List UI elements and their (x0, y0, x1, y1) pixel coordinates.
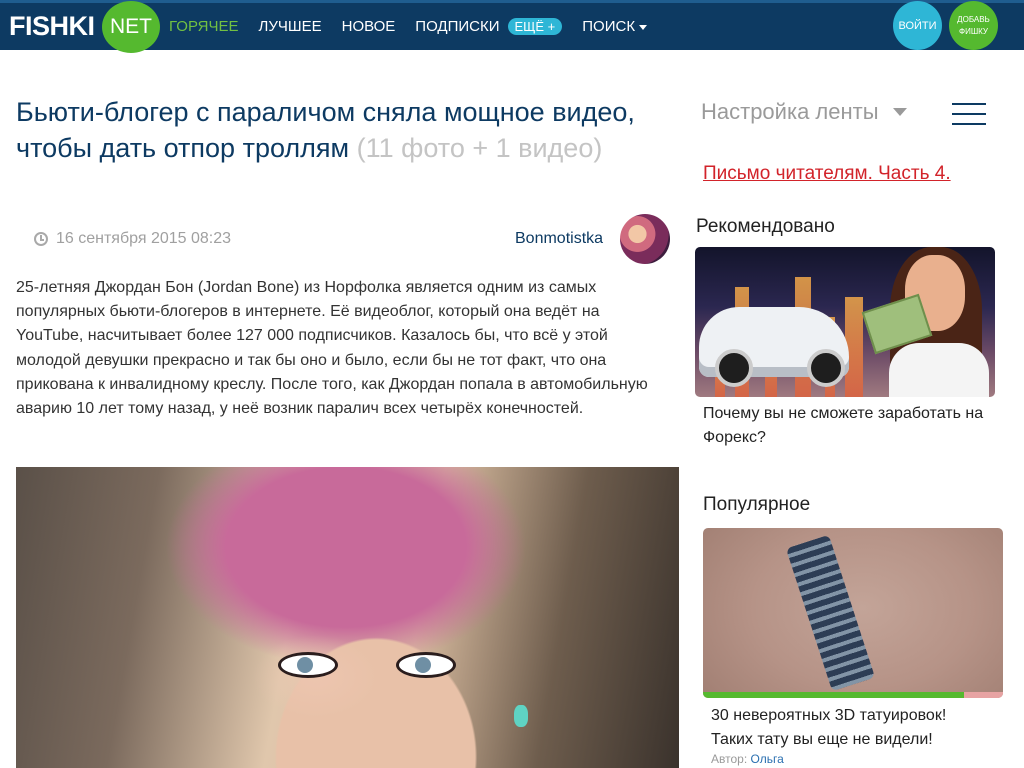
article-date: 16 сентября 2015 08:23 (34, 230, 231, 248)
nav-item-hot[interactable]: ГОРЯЧЕЕ (169, 18, 238, 35)
menu-icon[interactable] (952, 103, 986, 125)
recommended-image[interactable] (695, 247, 995, 397)
rating-bar (703, 692, 1003, 698)
popular-image[interactable] (703, 528, 1003, 698)
add-post-label-line1: ДОБАВЬ (957, 14, 990, 24)
add-post-label: ДОБАВЬ ФИШКУ (957, 14, 990, 38)
photo-detail-car (699, 307, 849, 387)
media-count: (11 фото + 1 видео) (356, 133, 603, 163)
main-nav: ГОРЯЧЕЕ ЛУЧШЕЕ НОВОЕ ПОДПИСКИ ЕЩЁ + ПОИС… (169, 3, 667, 50)
nav-item-new[interactable]: НОВОЕ (342, 18, 396, 35)
article-hero-image (16, 467, 679, 768)
rating-bar-fill (703, 692, 964, 698)
nav-item-best[interactable]: ЛУЧШЕЕ (258, 18, 321, 35)
popular-link[interactable]: 30 невероятных 3D татуировок! Таких тату… (711, 704, 991, 752)
article-date-text: 16 сентября 2015 08:23 (56, 230, 232, 247)
site-logo[interactable]: FISHKI NET (9, 1, 160, 53)
add-post-button[interactable]: ДОБАВЬ ФИШКУ (949, 1, 998, 50)
photo-detail-earring (514, 705, 528, 727)
popular-author: Автор: Ольга (711, 752, 784, 766)
popular-author-name[interactable]: Ольга (751, 752, 784, 766)
photo-detail-left-eye (278, 652, 338, 678)
popular-author-label: Автор: (711, 752, 748, 766)
logo-badge: NET (102, 1, 160, 53)
chevron-down-icon (892, 108, 907, 116)
feed-settings-label: Настройка ленты (701, 99, 879, 124)
add-post-label-line2: ФИШКУ (958, 26, 988, 36)
nav-item-subscriptions[interactable]: ПОДПИСКИ (415, 18, 499, 35)
login-button[interactable]: ВОЙТИ (893, 1, 942, 50)
photo-detail-tattoo (785, 534, 876, 692)
avatar[interactable] (620, 214, 670, 264)
feed-settings-dropdown[interactable]: Настройка ленты (701, 99, 907, 125)
logo-text: FISHKI (9, 11, 95, 41)
chevron-down-icon (639, 24, 648, 30)
more-button[interactable]: ЕЩЁ + (507, 18, 563, 35)
clock-icon (34, 232, 48, 246)
search-menu-label: ПОИСК (582, 18, 636, 35)
recommended-link[interactable]: Почему вы не сможете заработать на Форек… (703, 402, 993, 450)
top-navigation-bar: FISHKI NET ГОРЯЧЕЕ ЛУЧШЕЕ НОВОЕ ПОДПИСКИ… (0, 0, 1024, 53)
search-menu[interactable]: ПОИСК (582, 18, 648, 35)
article-body: 25-летняя Джордан Бон (Jordan Bone) из Н… (16, 279, 648, 418)
reader-letter-link[interactable]: Письмо читателям. Часть 4. (703, 163, 951, 185)
popular-heading: Популярное (703, 494, 811, 515)
author-name[interactable]: Bonmotistka (515, 230, 603, 248)
photo-detail-right-eye (396, 652, 456, 678)
recommended-heading: Рекомендовано (696, 216, 835, 237)
feed-settings-underline (700, 128, 940, 136)
article-title: Бьюти-блогер с параличом сняла мощное ви… (16, 94, 656, 166)
